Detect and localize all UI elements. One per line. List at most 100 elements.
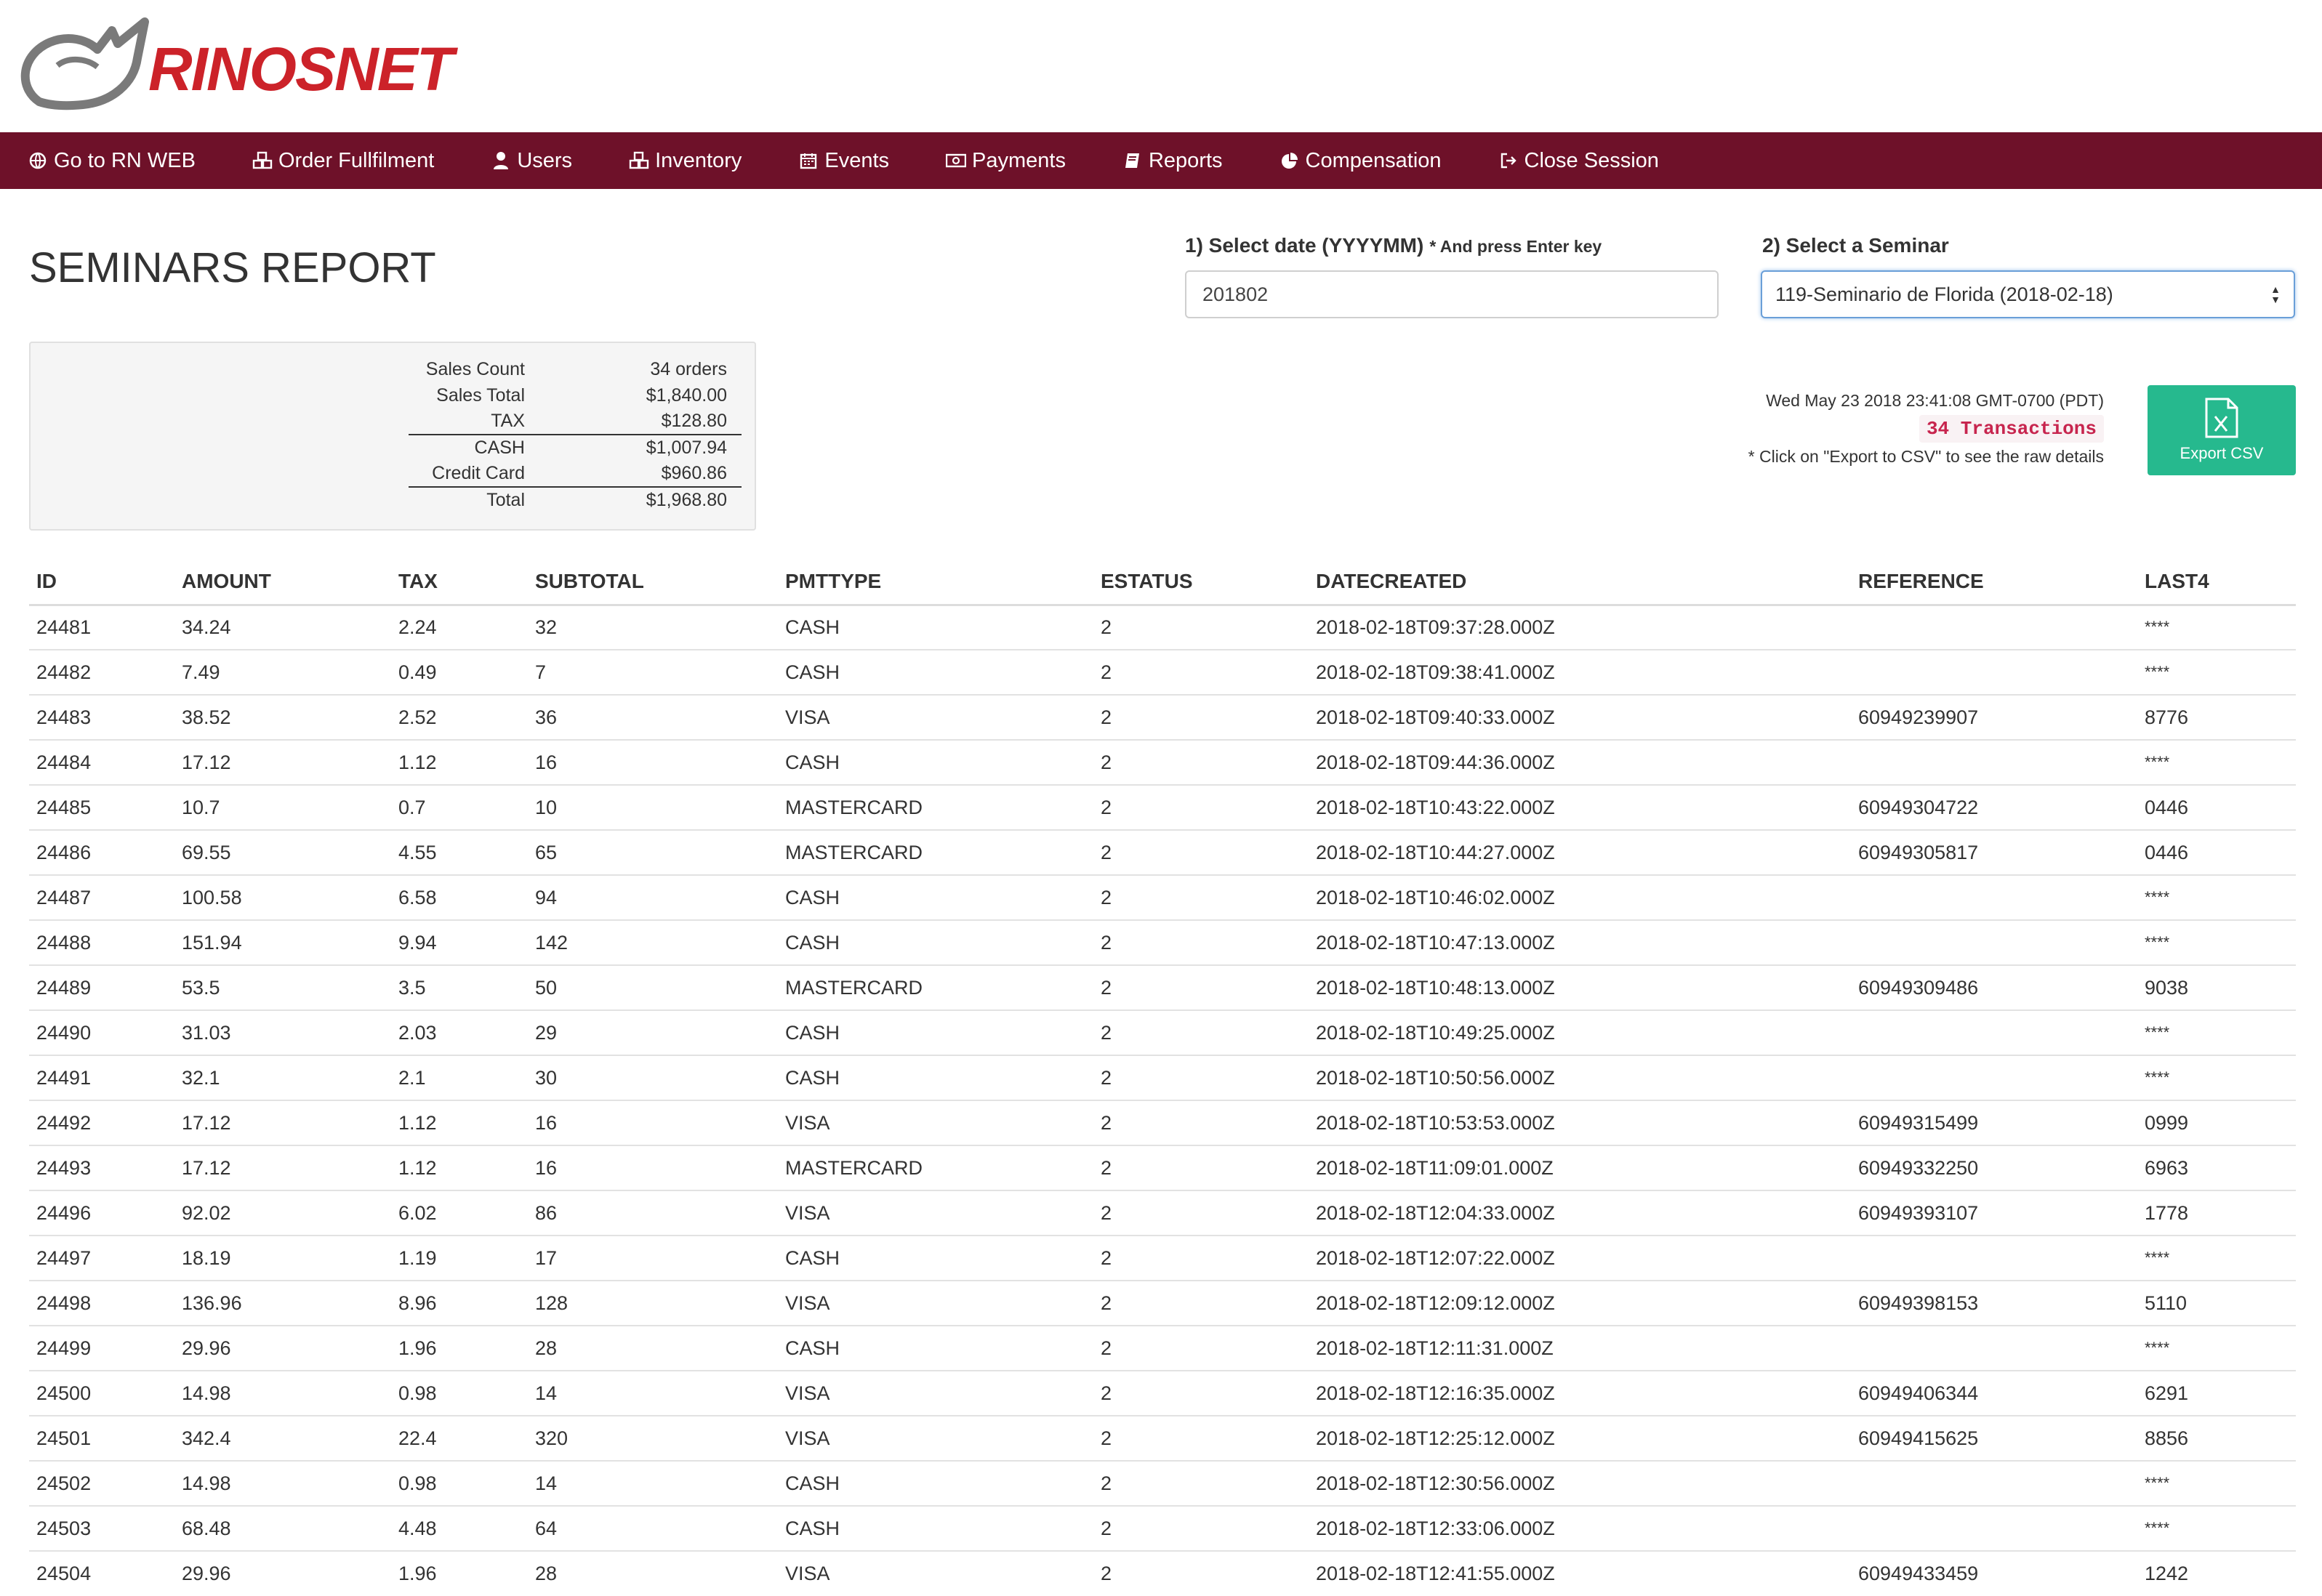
cell-tax: 0.98 — [391, 1460, 528, 1506]
cell-pmttype: CASH — [778, 649, 1093, 695]
nav-go-to-rn-web[interactable]: Go to RN WEB — [28, 149, 196, 173]
table-row: 24488 151.94 9.94 142 CASH 2 2018-02-18T10:47:… — [29, 919, 2296, 965]
column-header-reference: REFERENCE — [1851, 560, 2137, 606]
cell-last4: **** — [2137, 1460, 2296, 1506]
cell-datecreated: 2018-02-18T12:30:56.000Z — [1309, 1460, 1851, 1506]
table-row: 24500 14.98 0.98 14 VISA 2 2018-02-18T12:16:35… — [29, 1370, 2296, 1416]
cell-last4: 0446 — [2137, 784, 2296, 830]
cell-tax: 1.96 — [391, 1550, 528, 1596]
cell-datecreated: 2018-02-18T12:07:22.000Z — [1309, 1235, 1851, 1281]
cell-amount: 17.12 — [174, 1100, 391, 1145]
column-header-estatus: ESTATUS — [1093, 560, 1309, 606]
cell-reference: 60949332250 — [1851, 1145, 2137, 1190]
cell-last4: **** — [2137, 739, 2296, 785]
cell-id: 24501 — [29, 1415, 174, 1461]
cell-reference — [1851, 874, 2137, 920]
cell-id: 24498 — [29, 1280, 174, 1326]
main-nav: Go to RN WEB Order Fullfilment Users Inv… — [0, 132, 2322, 189]
cell-pmttype: VISA — [778, 1550, 1093, 1596]
nav-order-fulfillment[interactable]: Order Fullfilment — [252, 149, 434, 173]
cell-id: 24492 — [29, 1100, 174, 1145]
globe-icon — [28, 150, 48, 171]
table-row: 24483 38.52 2.52 36 VISA 2 2018-02-18T09:40:33… — [29, 694, 2296, 740]
credit-card-label: Credit Card — [432, 463, 525, 483]
nav-reports[interactable]: Reports — [1122, 149, 1223, 173]
cell-estatus: 2 — [1093, 1505, 1309, 1551]
cell-datecreated: 2018-02-18T12:33:06.000Z — [1309, 1505, 1851, 1551]
cell-id: 24481 — [29, 604, 174, 650]
table-row: 24487 100.58 6.58 94 CASH 2 2018-02-18T10:46:0… — [29, 874, 2296, 920]
cell-pmttype: CASH — [778, 1009, 1093, 1055]
cell-pmttype: MASTERCARD — [778, 964, 1093, 1010]
cell-datecreated: 2018-02-18T12:25:12.000Z — [1309, 1415, 1851, 1461]
brand-name: RINOSNET — [148, 34, 454, 103]
cell-pmttype: VISA — [778, 1280, 1093, 1326]
export-csv-button[interactable]: Export CSV — [2148, 385, 2296, 475]
cell-amount: 32.1 — [174, 1055, 391, 1100]
cell-subtotal: 28 — [528, 1550, 778, 1596]
seminar-select[interactable]: 119-Seminario de Florida (2018-02-18) ▲ ▼ — [1761, 270, 2295, 318]
cell-pmttype: CASH — [778, 919, 1093, 965]
nav-users[interactable]: Users — [491, 149, 572, 173]
table-row: 24489 53.5 3.5 50 MASTERCARD 2 2018-02-18T10:4… — [29, 964, 2296, 1010]
nav-inventory[interactable]: Inventory — [629, 149, 742, 173]
cell-amount: 92.02 — [174, 1190, 391, 1236]
cell-reference: 60949406344 — [1851, 1370, 2137, 1416]
sales-total-label: Sales Total — [436, 384, 525, 406]
table-header-row: ID AMOUNT TAX SUBTOTAL PMTTYPE ESTATUS DATECRE… — [29, 560, 2296, 606]
cell-amount: 17.12 — [174, 1145, 391, 1190]
table-row: 24485 10.7 0.7 10 MASTERCARD 2 2018-02-18T10:4… — [29, 784, 2296, 830]
table-row: 24490 31.03 2.03 29 CASH 2 2018-02-18T10:49:25… — [29, 1009, 2296, 1055]
cell-reference: 60949305817 — [1851, 829, 2137, 875]
table-row: 24481 34.24 2.24 32 CASH 2 2018-02-18T09:37:28… — [29, 604, 2296, 650]
nav-label: Events — [824, 148, 890, 172]
table-row: 24502 14.98 0.98 14 CASH 2 2018-02-18T12:30:56… — [29, 1460, 2296, 1506]
cell-reference: 60949315499 — [1851, 1100, 2137, 1145]
cell-datecreated: 2018-02-18T10:50:56.000Z — [1309, 1055, 1851, 1100]
date-input[interactable] — [1185, 270, 1719, 318]
cell-datecreated: 2018-02-18T09:37:28.000Z — [1309, 604, 1851, 650]
cell-estatus: 2 — [1093, 964, 1309, 1010]
cell-tax: 4.55 — [391, 829, 528, 875]
cell-subtotal: 16 — [528, 739, 778, 785]
calendar-icon — [798, 150, 819, 171]
cell-datecreated: 2018-02-18T10:47:13.000Z — [1309, 919, 1851, 965]
nav-close-session[interactable]: Close Session — [1498, 149, 1659, 173]
nav-label: Users — [517, 148, 573, 172]
cell-tax: 22.4 — [391, 1415, 528, 1461]
cell-id: 24497 — [29, 1235, 174, 1281]
cell-last4: 6291 — [2137, 1370, 2296, 1416]
cell-datecreated: 2018-02-18T09:44:36.000Z — [1309, 739, 1851, 785]
cell-id: 24503 — [29, 1505, 174, 1551]
cell-amount: 10.7 — [174, 784, 391, 830]
nav-compensation[interactable]: Compensation — [1279, 149, 1442, 173]
transactions-badge: 34 Transactions — [1919, 415, 2104, 443]
cell-tax: 2.03 — [391, 1009, 528, 1055]
column-header-id: ID — [29, 560, 174, 606]
cell-subtotal: 86 — [528, 1190, 778, 1236]
cell-pmttype: CASH — [778, 1505, 1093, 1551]
cell-estatus: 2 — [1093, 1055, 1309, 1100]
cell-amount: 342.4 — [174, 1415, 391, 1461]
cell-tax: 2.1 — [391, 1055, 528, 1100]
cell-pmttype: MASTERCARD — [778, 784, 1093, 830]
table-body: 24481 34.24 2.24 32 CASH 2 2018-02-18T09:37:28… — [29, 604, 2296, 1596]
cell-datecreated: 2018-02-18T12:04:33.000Z — [1309, 1190, 1851, 1236]
cell-subtotal: 36 — [528, 694, 778, 740]
cash-value: $1,007.94 — [525, 434, 742, 461]
nav-events[interactable]: Events — [798, 149, 889, 173]
sign-out-icon — [1498, 150, 1519, 171]
cell-id: 24488 — [29, 919, 174, 965]
date-label: 1) Select date (YYYYMM) * And press Enter… — [1185, 234, 1602, 257]
cell-tax: 1.19 — [391, 1235, 528, 1281]
summary-box: Sales Count 34 orders Sales Total $1,840… — [29, 342, 756, 531]
report-info: Wed May 23 2018 23:41:08 GMT-0700 (PDT) … — [1748, 387, 2104, 470]
table-row: 24498 136.96 8.96 128 VISA 2 2018-02-18T12:09:… — [29, 1280, 2296, 1326]
cell-pmttype: MASTERCARD — [778, 1145, 1093, 1190]
money-icon — [946, 150, 967, 171]
cell-datecreated: 2018-02-18T10:46:02.000Z — [1309, 874, 1851, 920]
nav-payments[interactable]: Payments — [946, 149, 1066, 173]
export-note: * Click on "Export to CSV" to see the ra… — [1748, 447, 2104, 466]
cell-reference: 60949393107 — [1851, 1190, 2137, 1236]
nav-label: Order Fullfilment — [278, 148, 435, 172]
